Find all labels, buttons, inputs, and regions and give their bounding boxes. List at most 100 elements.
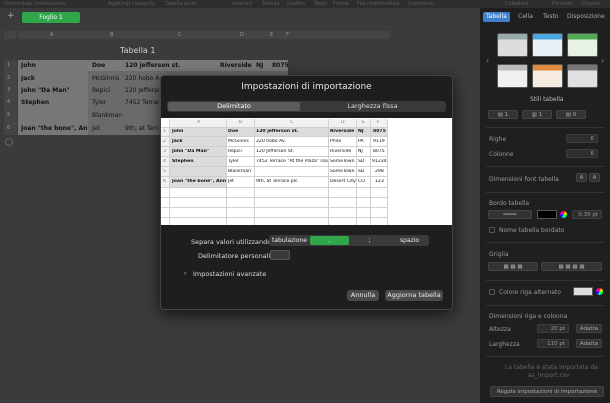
menu-item[interactable]: Orizzontale <box>4 1 32 7</box>
table-cell[interactable]: Blankman <box>92 112 124 119</box>
table-cell[interactable]: McGinnis <box>92 75 124 82</box>
table-cell[interactable]: 9th, at Terrace <box>125 125 159 132</box>
sheet-tab[interactable]: Foglio 1 <box>22 12 80 23</box>
rows-stepper[interactable]: 6 <box>566 134 598 143</box>
menu-item[interactable]: Tabella <box>262 1 279 7</box>
inspector-tab-arrange[interactable]: Disposizione <box>564 12 608 22</box>
alt-row-color-well[interactable] <box>573 287 593 296</box>
table-style-swatch[interactable] <box>497 33 528 57</box>
table-corner-handle[interactable] <box>4 31 16 39</box>
table-cell[interactable]: Jack <box>21 75 35 82</box>
table-style-swatch[interactable] <box>532 64 563 88</box>
column-header[interactable]: B <box>110 32 113 38</box>
table-cell[interactable]: Riverside <box>220 62 252 69</box>
column-header[interactable]: E <box>270 32 273 38</box>
table-cell[interactable]: 120 jefferson st. <box>125 62 180 69</box>
header-cols-menu[interactable]: ▥ 1 <box>522 110 552 119</box>
table-style-swatch[interactable] <box>532 33 563 57</box>
table-cell[interactable]: Tyler <box>92 99 124 106</box>
font-larger-button[interactable]: A <box>589 173 600 182</box>
color-wheel-icon[interactable] <box>560 211 567 218</box>
font-smaller-button[interactable]: A <box>576 173 587 182</box>
grid-options-right[interactable]: ▦ ▦ ▦ ▦ <box>541 262 602 271</box>
menu-item[interactable]: Forma <box>333 1 349 7</box>
column-header-bar[interactable]: A B C D E F <box>18 31 390 39</box>
row-header[interactable]: 6 <box>7 125 10 131</box>
height-adapt-button[interactable]: Adatta <box>576 324 602 333</box>
menu-item[interactable]: Testo <box>314 1 327 7</box>
border-color-well[interactable] <box>537 210 557 219</box>
chevron-left-icon[interactable]: ‹ <box>486 56 489 65</box>
table-cell[interactable]: Repici <box>92 87 124 94</box>
row-header[interactable]: 5 <box>7 112 10 118</box>
color-wheel-icon[interactable] <box>596 288 603 295</box>
menu-item[interactable]: Grafico <box>287 1 305 7</box>
row-header[interactable]: 1 <box>7 62 10 68</box>
menu-item[interactable]: Formato <box>552 1 573 7</box>
inspector-tab-cell[interactable]: Cella <box>515 12 536 22</box>
tab-delimited[interactable]: Delimitato <box>168 102 300 111</box>
chevron-right-icon[interactable]: › <box>184 270 186 277</box>
inspector-tab-table[interactable]: Tabella <box>483 12 510 22</box>
menu-item[interactable]: File multimediale <box>357 1 400 7</box>
row-header-bar[interactable]: 1 2 3 4 5 6 <box>4 60 17 135</box>
row-header[interactable]: 4 <box>7 99 10 105</box>
table-title[interactable]: Tabella 1 <box>120 46 155 55</box>
table-cell[interactable]: Jet <box>92 125 124 132</box>
table-style-swatch[interactable] <box>567 33 598 57</box>
inspector-tab-text[interactable]: Testo <box>540 12 562 22</box>
table-cell[interactable]: 8075 <box>272 62 289 69</box>
menu-item[interactable]: Disponi <box>582 1 601 7</box>
column-header[interactable]: A <box>50 32 53 38</box>
header-rows-menu[interactable]: ▤ 1 <box>488 110 518 119</box>
table-cell[interactable]: Joan "the bone", Anne <box>21 125 87 132</box>
row-header[interactable]: 3 <box>7 87 10 93</box>
separator-comma-button[interactable]: , <box>310 236 349 245</box>
table-cell[interactable]: John "Da Man" <box>21 87 70 94</box>
alt-row-checkbox[interactable] <box>489 289 495 295</box>
separator-space-button[interactable]: spazio <box>390 236 429 245</box>
border-style-menu[interactable]: ━━━━ <box>488 210 532 219</box>
table-cell[interactable]: Doe <box>92 62 105 69</box>
preview-cell: SomeTown <box>330 159 355 164</box>
grid-options-left[interactable]: ▦ ▦ ▦ <box>488 262 538 271</box>
menu-item[interactable]: Aggiungi categoria <box>108 1 155 7</box>
width-adapt-button[interactable]: Adatta <box>576 339 602 348</box>
name-border-checkbox[interactable] <box>489 227 495 233</box>
add-sheet-icon[interactable]: + <box>7 11 15 21</box>
cancel-button[interactable]: Annulla <box>347 290 379 301</box>
table-cell[interactable]: John <box>21 62 36 69</box>
menu-item[interactable]: Intestazione <box>35 1 66 7</box>
chevron-right-icon[interactable]: › <box>601 56 604 65</box>
menu-item[interactable]: Collabora <box>505 1 529 7</box>
advanced-settings-toggle[interactable]: Impostazioni avanzate <box>193 270 266 278</box>
width-field[interactable]: 110 pt <box>537 339 569 348</box>
add-row-handle[interactable] <box>5 138 13 146</box>
menu-item[interactable]: Commenti <box>408 1 434 7</box>
columns-stepper[interactable]: 6 <box>566 149 598 158</box>
table-style-swatch[interactable] <box>567 64 598 88</box>
table-cell[interactable]: 220 hobo Av. <box>125 75 159 82</box>
table-style-swatch[interactable] <box>497 64 528 88</box>
update-table-button[interactable]: Aggiorna tabella <box>385 290 443 301</box>
border-width-field[interactable]: 0,35 pt <box>572 210 602 219</box>
column-header[interactable]: D <box>240 32 244 38</box>
column-header[interactable]: C <box>178 32 182 38</box>
separator-semicolon-button[interactable]: ; <box>350 236 389 245</box>
menu-item[interactable]: Inserisci <box>232 1 253 7</box>
custom-delimiter-input[interactable] <box>270 250 290 260</box>
separator-tab-button[interactable]: tabulazione <box>270 236 309 245</box>
table-cell[interactable]: Stephen <box>21 99 49 106</box>
footer-rows-menu[interactable]: ▤ 0 <box>556 110 586 119</box>
table-cell[interactable]: 120 Jefferson St. <box>125 87 159 94</box>
import-settings-button[interactable]: Regola impostazioni di importazione <box>490 386 604 397</box>
divider <box>486 280 604 281</box>
height-field[interactable]: 20 pt <box>537 324 569 333</box>
column-header[interactable]: F <box>286 32 289 38</box>
tab-fixed-width[interactable]: Larghezza fissa <box>300 102 445 111</box>
table-cell[interactable]: 7452 Terrace <box>125 99 159 106</box>
row-header[interactable]: 2 <box>7 75 10 81</box>
table-cell[interactable]: NJ <box>256 62 263 69</box>
divider <box>486 242 604 243</box>
menu-item[interactable]: Tabella pivot <box>165 1 197 7</box>
